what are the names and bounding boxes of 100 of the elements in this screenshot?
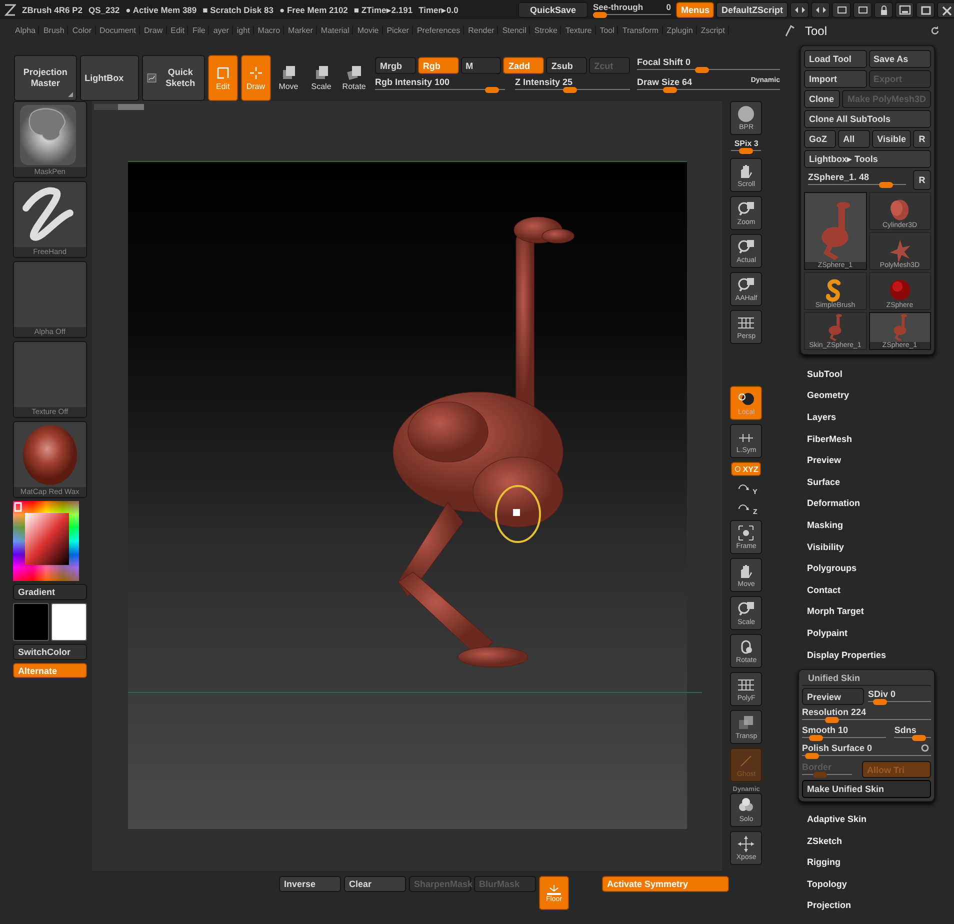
mask-button[interactable]: Inverse: [279, 876, 341, 892]
slider-thumb[interactable]: [825, 717, 839, 724]
section-header[interactable]: SubTool: [785, 363, 954, 385]
mask-button[interactable]: Clear: [344, 876, 406, 892]
menu-item[interactable]: Zplugin: [664, 26, 697, 34]
menu-item[interactable]: Tool: [596, 26, 618, 34]
menu-item[interactable]: Document: [96, 26, 140, 34]
menu-item[interactable]: Material: [318, 26, 354, 34]
color-swatch[interactable]: [13, 603, 49, 641]
menu-item[interactable]: ayer: [210, 26, 233, 34]
tool-button[interactable]: All: [838, 130, 870, 148]
tool-button[interactable]: GoZ: [804, 130, 836, 148]
slider-thumb[interactable]: [872, 698, 887, 705]
section-header[interactable]: Contact: [785, 578, 954, 601]
menu-item[interactable]: ight: [234, 26, 254, 34]
gradient-button[interactable]: Gradient: [13, 584, 87, 600]
tool-button[interactable]: Visible: [872, 130, 912, 148]
section-header[interactable]: Geometry: [785, 384, 954, 406]
make-unified-skin-button[interactable]: Make Unified Skin: [802, 780, 931, 798]
section-header[interactable]: Adaptive Skin: [785, 808, 954, 830]
slider-thumb[interactable]: [592, 12, 607, 18]
rotate-icon: [346, 65, 362, 81]
zoom-icon: [737, 200, 756, 218]
menu-item[interactable]: Zscript: [698, 26, 729, 34]
menu-item[interactable]: Brush: [40, 26, 68, 34]
menu-item[interactable]: Stencil: [499, 26, 530, 34]
window-button[interactable]: [853, 2, 872, 18]
slider-thumb[interactable]: [809, 735, 824, 742]
menu-item[interactable]: Render: [465, 26, 498, 34]
slider-thumb[interactable]: [879, 182, 894, 188]
slider-thumb[interactable]: [805, 753, 820, 760]
move-button[interactable]: Move: [274, 55, 304, 101]
menu-item[interactable]: Stroke: [531, 26, 562, 34]
menu-item[interactable]: Transform: [619, 26, 663, 34]
tool-button[interactable]: Clone All SubTools: [804, 110, 931, 128]
quick-sketch-button[interactable]: Quick Sketch: [142, 55, 205, 101]
menu-item[interactable]: Preferences: [414, 26, 464, 34]
section-header[interactable]: Visibility: [785, 536, 954, 558]
section-header[interactable]: Projection: [785, 894, 954, 916]
slider-thumb[interactable]: [912, 735, 926, 742]
section-header[interactable]: FiberMesh: [785, 428, 954, 450]
section-header[interactable]: Morph Target: [785, 600, 954, 622]
close-button[interactable]: [937, 2, 954, 18]
slider-thumb[interactable]: [662, 87, 677, 93]
progress-bar-icon: [94, 104, 144, 110]
scale-button[interactable]: Scale: [306, 55, 336, 101]
edit-icon: [214, 65, 231, 81]
slider-thumb[interactable]: [695, 67, 710, 73]
menu-item[interactable]: Alpha: [12, 26, 40, 34]
menu-item[interactable]: Color: [69, 26, 96, 34]
section-header[interactable]: Display Properties: [785, 644, 954, 666]
section-header[interactable]: Rigging: [785, 852, 954, 874]
slider-thumb[interactable]: [485, 87, 500, 93]
section-header[interactable]: Surface: [785, 470, 954, 493]
channel-toggle[interactable]: M: [460, 57, 502, 74]
quicksave-button[interactable]: QuickSave: [518, 2, 588, 18]
minimize-button[interactable]: [895, 2, 914, 18]
section-header[interactable]: Preview: [785, 449, 954, 471]
lightbox-button[interactable]: LightBox: [80, 55, 140, 101]
script-button[interactable]: DefaultZScript: [716, 2, 788, 18]
tool-button[interactable]: Save As: [868, 50, 931, 68]
slider-thumb[interactable]: [739, 148, 754, 154]
tool-button[interactable]: R: [913, 130, 932, 148]
projection-master-button[interactable]: Projection Master: [14, 55, 77, 101]
tool-button[interactable]: Lightbox▸ Tools: [804, 150, 931, 168]
window-icon: [856, 4, 870, 16]
menu-item[interactable]: Macro: [254, 26, 284, 34]
tool-button[interactable]: Load Tool: [804, 50, 866, 68]
section-header[interactable]: Masking: [785, 514, 954, 536]
menu-item[interactable]: Texture: [562, 26, 596, 34]
channel-toggle[interactable]: Mrgb: [375, 57, 416, 74]
menu-item[interactable]: Marker: [285, 26, 317, 34]
menu-item[interactable]: Draw: [140, 26, 167, 34]
switch-color-button[interactable]: SwitchColor: [13, 644, 87, 660]
rotate-button[interactable]: Rotate: [339, 55, 369, 101]
subpalette-title: Unified Skin: [802, 670, 931, 686]
reset-button[interactable]: R: [913, 170, 931, 190]
slider-label: Draw Size 64: [637, 77, 692, 87]
channel-toggle[interactable]: Zsub: [546, 57, 588, 74]
preview-button[interactable]: Preview: [802, 688, 864, 706]
color-swatch[interactable]: [50, 603, 87, 641]
maximize-button[interactable]: [916, 2, 935, 18]
section-header[interactable]: Polypaint: [785, 622, 954, 644]
section-header[interactable]: Polygroups: [785, 557, 954, 579]
arrows-button[interactable]: [790, 2, 809, 18]
tool-button[interactable]: Import: [804, 70, 866, 88]
slider-thumb[interactable]: [563, 87, 578, 93]
menu-item[interactable]: Movie: [354, 26, 383, 34]
section-header[interactable]: Layers: [785, 406, 954, 428]
menu-item[interactable]: Picker: [384, 26, 413, 34]
slider-label: Polish Surface 0: [802, 743, 872, 754]
tool-button[interactable]: Clone: [804, 90, 840, 108]
menu-item[interactable]: Edit: [168, 26, 188, 34]
window-button[interactable]: [832, 2, 851, 18]
section-header[interactable]: Topology: [785, 873, 954, 895]
section-header[interactable]: ZSketch: [785, 830, 954, 852]
section-header[interactable]: Deformation: [785, 492, 954, 514]
lock-button[interactable]: [874, 2, 893, 18]
arrows-button[interactable]: [811, 2, 830, 18]
menu-item[interactable]: File: [189, 26, 210, 34]
